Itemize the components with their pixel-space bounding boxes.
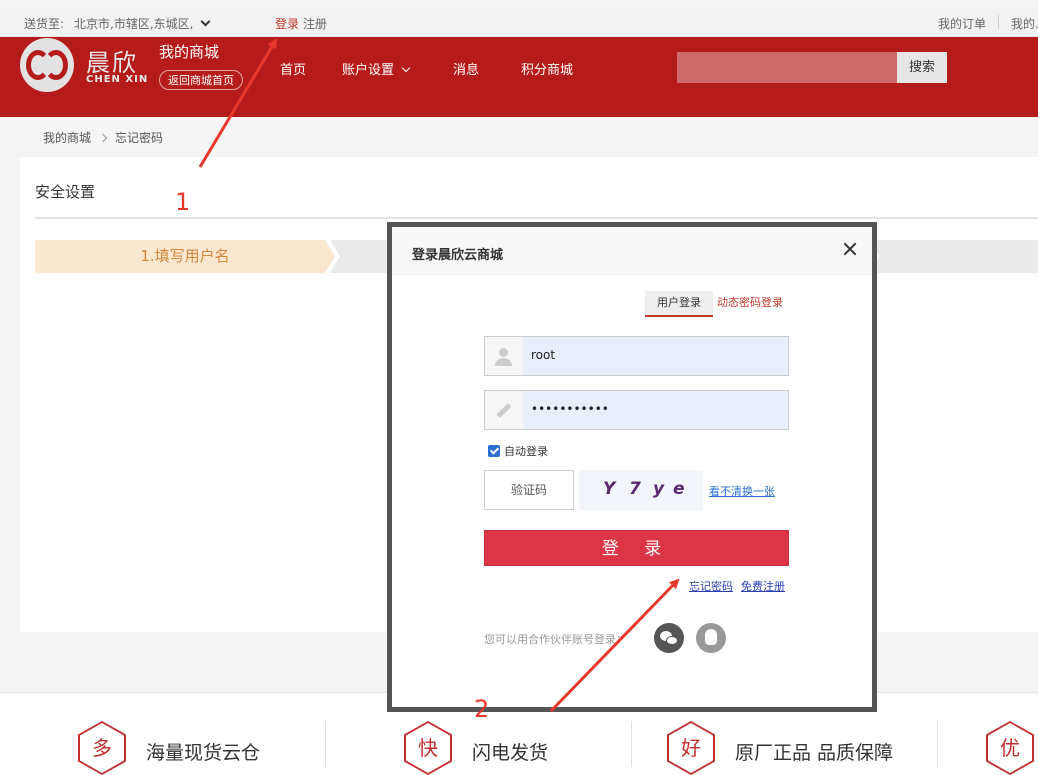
annotation-arrow-1 — [198, 38, 278, 168]
annotation-number-1: 1 — [175, 188, 191, 216]
annotation-arrow-2 — [549, 578, 680, 713]
annotation-number-2: 2 — [474, 695, 490, 723]
annotation-arrows — [198, 38, 680, 713]
